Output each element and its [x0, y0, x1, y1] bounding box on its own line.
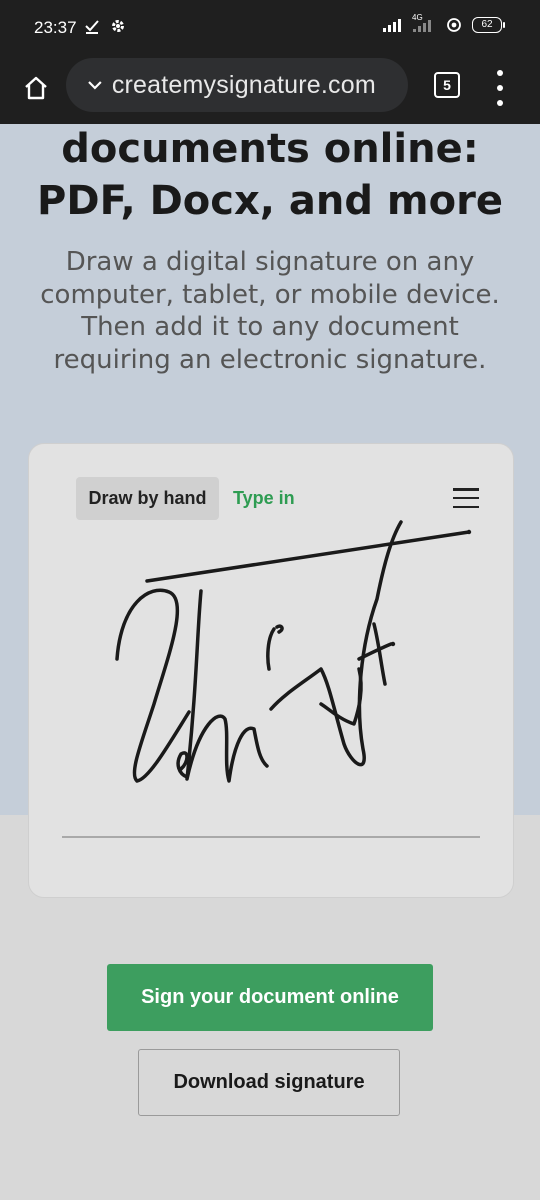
description-line: requiring an electronic signature. [53, 344, 487, 375]
status-bar: 23:37 4G 62 [0, 0, 540, 58]
address-bar[interactable]: createmysignature.com [66, 58, 408, 112]
headline-line: PDF, Docx, and more [37, 178, 503, 224]
hotspot-icon [447, 18, 461, 32]
sign-document-online-button[interactable]: Sign your document online [107, 964, 433, 1031]
description-line: computer, tablet, or mobile device. [40, 279, 500, 310]
status-right-icons: 4G 62 [382, 13, 505, 33]
signature-drawing-canvas[interactable] [29, 444, 513, 897]
description-line: Draw a digital signature on any [65, 247, 475, 277]
home-icon [25, 76, 47, 100]
gear-icon [112, 20, 124, 32]
home-button[interactable] [20, 72, 52, 104]
headline-line: documents online: [61, 126, 479, 172]
check-icon [85, 20, 99, 34]
url-text[interactable]: createmysignature.com [112, 71, 408, 100]
description-line: Then add it to any document [81, 312, 459, 342]
signal-icon [383, 19, 401, 32]
page-headline: documents online: PDF, Docx, and more [0, 123, 540, 227]
status-left-icons [84, 18, 126, 34]
hero-description: Draw a digital signature on any computer… [20, 246, 520, 376]
signature-baseline [62, 836, 480, 838]
signal-4g-icon: 4G [412, 13, 436, 33]
status-time: 23:37 [34, 18, 77, 37]
browser-toolbar: createmysignature.com 5 [0, 58, 540, 124]
download-signature-button[interactable]: Download signature [138, 1049, 400, 1116]
more-vert-icon[interactable] [492, 70, 508, 106]
tabs-button[interactable]: 5 [434, 72, 460, 98]
signature-pad-card: Draw by hand Type in [28, 443, 514, 898]
chevron-down-icon[interactable] [88, 80, 102, 90]
battery-icon: 62 [472, 17, 505, 33]
